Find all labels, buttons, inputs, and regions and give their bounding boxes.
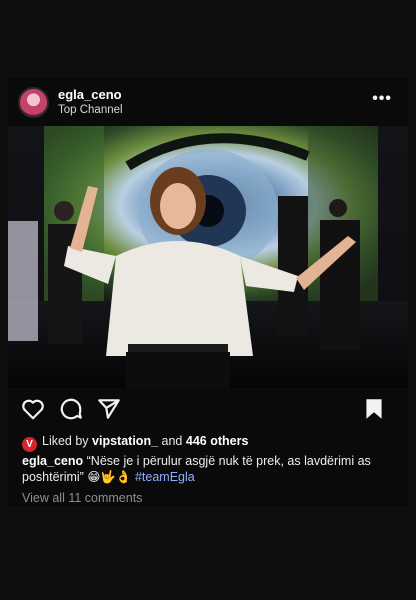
likes-others[interactable]: 446 others: [186, 434, 249, 448]
liker-username[interactable]: vipstation_: [92, 434, 158, 448]
send-icon[interactable]: [96, 396, 122, 422]
liker-avatar-badge[interactable]: V: [22, 437, 37, 452]
caption-hashtag[interactable]: #teamEgla: [135, 470, 195, 484]
avatar[interactable]: [18, 87, 49, 118]
caption-username[interactable]: egla_ceno: [22, 454, 83, 468]
photo-illustration: [8, 126, 408, 388]
likes-prefix: Liked by: [42, 434, 89, 448]
post-header: egla_ceno Top Channel •••: [8, 78, 408, 126]
likes-conjunction: and: [161, 434, 183, 448]
more-horizontal-icon[interactable]: •••: [372, 90, 392, 108]
bookmark-icon[interactable]: [361, 396, 387, 422]
instagram-post: egla_ceno Top Channel ••• V Liked by vip…: [8, 78, 408, 506]
view-comments-link[interactable]: View all 11 comments: [22, 491, 142, 505]
post-actions: [8, 394, 408, 426]
post-caption: egla_ceno “Nëse je i përulur asgjë nuk t…: [22, 453, 397, 485]
post-location[interactable]: Top Channel: [58, 104, 123, 116]
heart-icon[interactable]: [20, 396, 46, 422]
comment-icon[interactable]: [58, 396, 84, 422]
post-photo[interactable]: [8, 126, 408, 388]
caption-emojis: 😁🤟👌: [87, 470, 132, 484]
likes-summary[interactable]: V Liked by vipstation_ and 446 others: [22, 434, 248, 452]
post-username[interactable]: egla_ceno: [58, 87, 122, 102]
